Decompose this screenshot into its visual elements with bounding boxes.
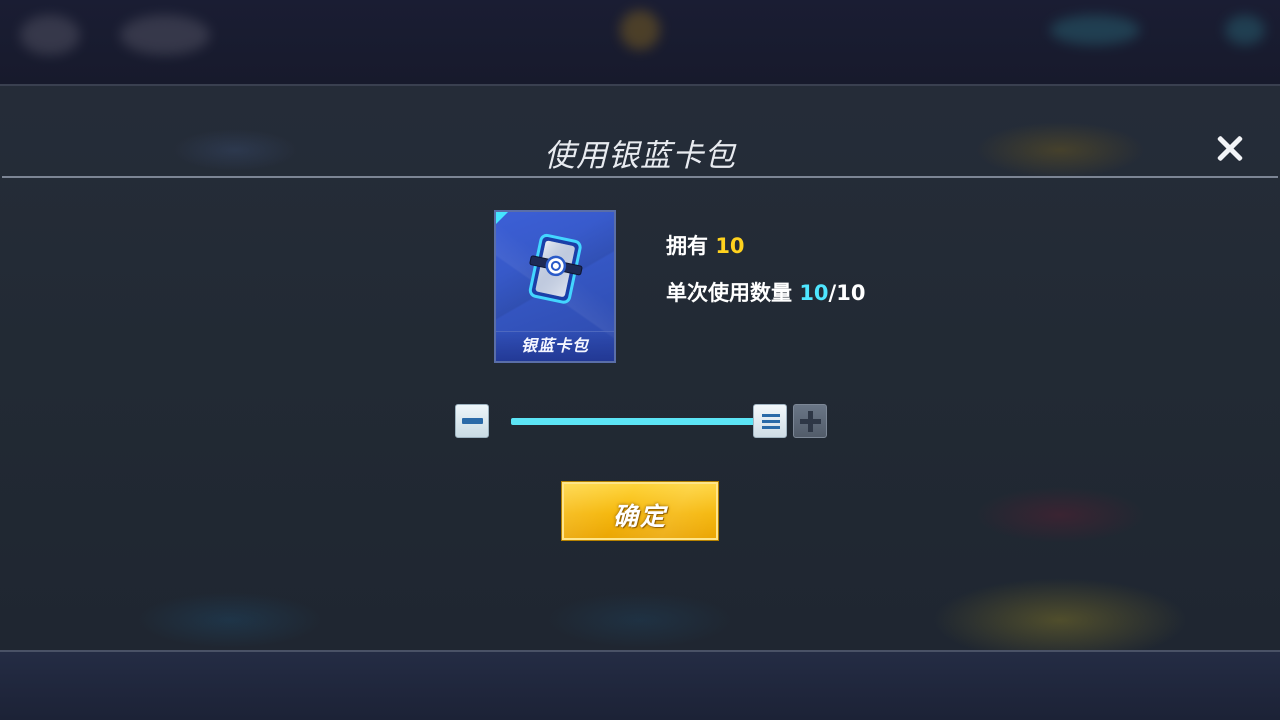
- card-pack-name: 银蓝卡包: [520, 336, 589, 355]
- owned-count: 10: [715, 234, 745, 258]
- owned-count-row: 拥有 10: [666, 230, 745, 260]
- use-count-max: /10: [828, 281, 866, 305]
- minus-icon: [462, 418, 483, 424]
- dialog-title: 使用银蓝卡包: [544, 138, 736, 174]
- use-count-value: 10: [799, 281, 829, 305]
- quantity-slider-track[interactable]: [511, 418, 773, 425]
- slider-handle-icon[interactable]: [753, 404, 787, 438]
- decrease-button[interactable]: [455, 404, 489, 438]
- quantity-slider-fill: [511, 418, 773, 425]
- use-card-pack-dialog: 使用银蓝卡包: [0, 88, 1280, 650]
- bottom-bar: [0, 650, 1280, 720]
- title-divider: [2, 176, 1278, 178]
- card-corner-accent: [496, 212, 508, 224]
- top-resource-bar: [0, 0, 1280, 86]
- close-icon[interactable]: [1210, 129, 1250, 169]
- card-pack-icon: [528, 233, 583, 304]
- owned-label: 拥有: [666, 234, 708, 258]
- confirm-button-label: 确定: [612, 502, 667, 531]
- use-count-row: 单次使用数量 10/10: [666, 277, 865, 307]
- card-pack-item: 银蓝卡包: [494, 210, 616, 363]
- confirm-button[interactable]: 确定: [562, 482, 718, 540]
- use-count-label: 单次使用数量: [666, 281, 792, 305]
- increase-button[interactable]: [793, 404, 827, 438]
